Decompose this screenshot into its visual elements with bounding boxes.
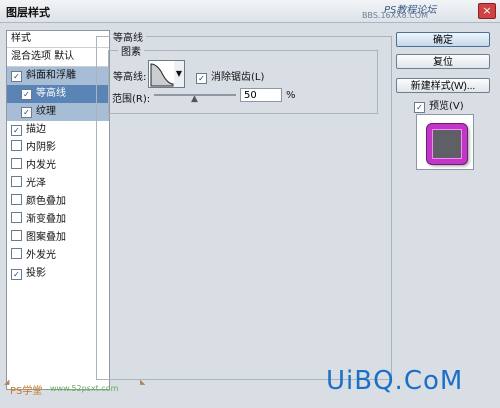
- preview-shape: [427, 124, 467, 164]
- checkbox-icon[interactable]: [11, 212, 22, 223]
- checkbox-icon[interactable]: [11, 158, 22, 169]
- contour-section-title: 等高线: [110, 29, 146, 44]
- style-item-gradient-overlay[interactable]: 渐变叠加: [7, 211, 109, 229]
- reset-button[interactable]: 复位: [396, 54, 490, 69]
- style-item-outer-glow[interactable]: 外发光: [7, 247, 109, 265]
- checkbox-icon[interactable]: [11, 176, 22, 187]
- style-item-stroke[interactable]: ✓ 描边: [7, 121, 109, 139]
- preview-thumbnail: [416, 114, 474, 170]
- style-item-bevel-emboss[interactable]: ✓ 斜面和浮雕: [7, 67, 109, 85]
- style-item-label: 描边: [26, 124, 46, 135]
- anti-alias-checkbox-row[interactable]: ✓ 消除锯齿(L): [196, 68, 264, 84]
- checkbox-icon[interactable]: ✓: [11, 269, 22, 280]
- style-item-drop-shadow[interactable]: ✓ 投影: [7, 265, 109, 283]
- style-item-texture[interactable]: ✓ 纹理: [7, 103, 109, 121]
- style-item-label: 投影: [26, 268, 46, 279]
- checkbox-icon[interactable]: ✓: [11, 125, 22, 136]
- style-item-satin[interactable]: 光泽: [7, 175, 109, 193]
- watermark-bottom-left: PS学堂: [10, 386, 43, 397]
- style-list-header[interactable]: 样式: [7, 31, 109, 48]
- checkbox-icon[interactable]: ✓: [21, 107, 32, 118]
- checkbox-icon[interactable]: [11, 140, 22, 151]
- ok-button[interactable]: 确定: [396, 32, 490, 47]
- style-item-label: 颜色叠加: [26, 196, 66, 207]
- style-item-label: 纹理: [36, 106, 56, 117]
- style-item-label: 斜面和浮雕: [26, 70, 76, 81]
- anti-alias-label: 消除锯齿(L): [211, 72, 265, 83]
- style-item-label: 渐变叠加: [26, 214, 66, 225]
- style-item-contour[interactable]: ✓ 等高线: [7, 85, 109, 103]
- style-item-label: 图案叠加: [26, 232, 66, 243]
- contour-curve-icon: [150, 63, 174, 87]
- preview-checkbox-row[interactable]: ✓ 预览(V): [414, 97, 464, 113]
- style-list: 样式 混合选项 默认 ✓ 斜面和浮雕 ✓ 等高线 ✓ 纹理 ✓ 描边 内阴影 内发光 光…: [6, 30, 110, 390]
- contour-picker[interactable]: [148, 60, 176, 88]
- corner-mark-icon: ◢: [4, 378, 10, 386]
- range-label: 范围(R):: [112, 94, 151, 105]
- watermark-logo: UiBQ.CoM: [326, 366, 464, 396]
- style-item-label: 外发光: [26, 250, 56, 261]
- anti-alias-checkbox[interactable]: ✓: [196, 73, 207, 84]
- checkbox-icon[interactable]: [11, 194, 22, 205]
- title-bar: 图层样式 PS教程论坛 BBS.16XX8.COM ×: [0, 0, 500, 23]
- corner-mark-icon: ◣: [140, 378, 146, 386]
- style-item-label: 内发光: [26, 160, 56, 171]
- style-item-label: 等高线: [36, 88, 66, 99]
- new-style-button[interactable]: 新建样式(W)...: [396, 78, 490, 93]
- style-item-pattern-overlay[interactable]: 图案叠加: [7, 229, 109, 247]
- chevron-down-icon[interactable]: ▼: [174, 60, 185, 88]
- triangle-up-icon[interactable]: ▲: [191, 95, 198, 104]
- close-icon[interactable]: ×: [478, 3, 496, 19]
- checkbox-icon[interactable]: [11, 248, 22, 259]
- range-unit: %: [286, 90, 296, 101]
- watermark-bottom-left-url: www.52psxt.com: [50, 384, 119, 393]
- dialog-title: 图层样式: [6, 6, 50, 19]
- blend-options-item[interactable]: 混合选项 默认: [7, 48, 109, 67]
- style-item-label: 内阴影: [26, 142, 56, 153]
- watermark-top-url: BBS.16XX8.COM: [362, 11, 429, 20]
- checkbox-icon[interactable]: [11, 230, 22, 241]
- style-item-color-overlay[interactable]: 颜色叠加: [7, 193, 109, 211]
- style-item-label: 光泽: [26, 178, 46, 189]
- checkbox-icon[interactable]: ✓: [21, 89, 32, 100]
- preview-label: 预览(V): [429, 101, 464, 112]
- style-item-inner-glow[interactable]: 内发光: [7, 157, 109, 175]
- checkbox-icon[interactable]: ✓: [11, 71, 22, 82]
- contour-label: 等高线:: [113, 72, 147, 83]
- elements-group-title: 图素: [118, 43, 144, 58]
- preview-checkbox[interactable]: ✓: [414, 102, 425, 113]
- range-input[interactable]: [240, 88, 282, 102]
- style-item-inner-shadow[interactable]: 内阴影: [7, 139, 109, 157]
